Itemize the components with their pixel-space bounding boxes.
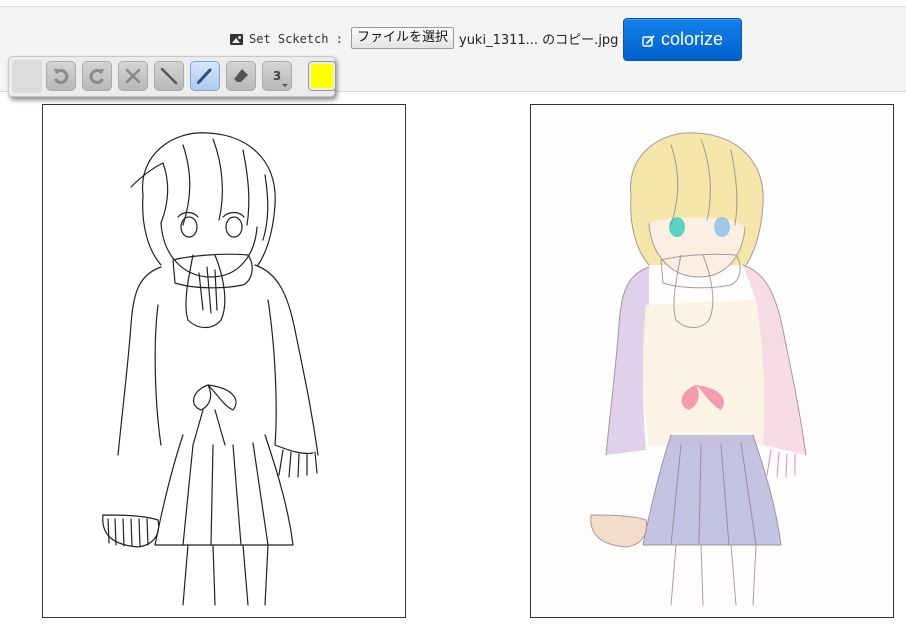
pen-tool-button[interactable]	[190, 61, 220, 91]
close-icon	[125, 68, 141, 84]
line-tool-button[interactable]	[154, 61, 184, 91]
selected-file-name: yuki_1311... のコピー.jpg	[459, 33, 619, 48]
eraser-tool-button[interactable]	[226, 61, 256, 91]
current-color-swatch	[311, 64, 333, 88]
colorized-result-canvas	[530, 104, 894, 618]
toolbar-drag-handle[interactable]	[12, 60, 42, 93]
redo-icon	[89, 69, 105, 85]
redo-button[interactable]	[82, 61, 112, 91]
colorize-button[interactable]: colorize	[623, 18, 742, 61]
set-sketch-label-group: Set Scketch :	[230, 30, 343, 48]
picture-icon	[230, 33, 243, 45]
set-sketch-label: Set Scketch :	[249, 32, 343, 46]
edit-icon	[642, 35, 655, 47]
choose-file-button[interactable]: ファイルを選択	[351, 27, 455, 49]
brush-size-button[interactable]: 3	[262, 61, 292, 91]
clear-button[interactable]	[118, 61, 148, 91]
sketch-canvas[interactable]	[42, 104, 406, 618]
drawing-toolbar: 3	[8, 56, 336, 97]
line-icon	[160, 67, 178, 85]
eraser-icon	[234, 69, 248, 82]
pen-icon	[197, 68, 212, 84]
sketch-image	[102, 132, 319, 606]
undo-button[interactable]	[46, 61, 76, 91]
undo-icon	[53, 69, 69, 85]
caret-down-icon	[282, 84, 288, 87]
color-picker-button[interactable]	[308, 61, 336, 91]
colorize-button-label: colorize	[660, 29, 724, 49]
brush-size-value: 3	[272, 69, 282, 83]
colorized-image	[590, 132, 807, 606]
